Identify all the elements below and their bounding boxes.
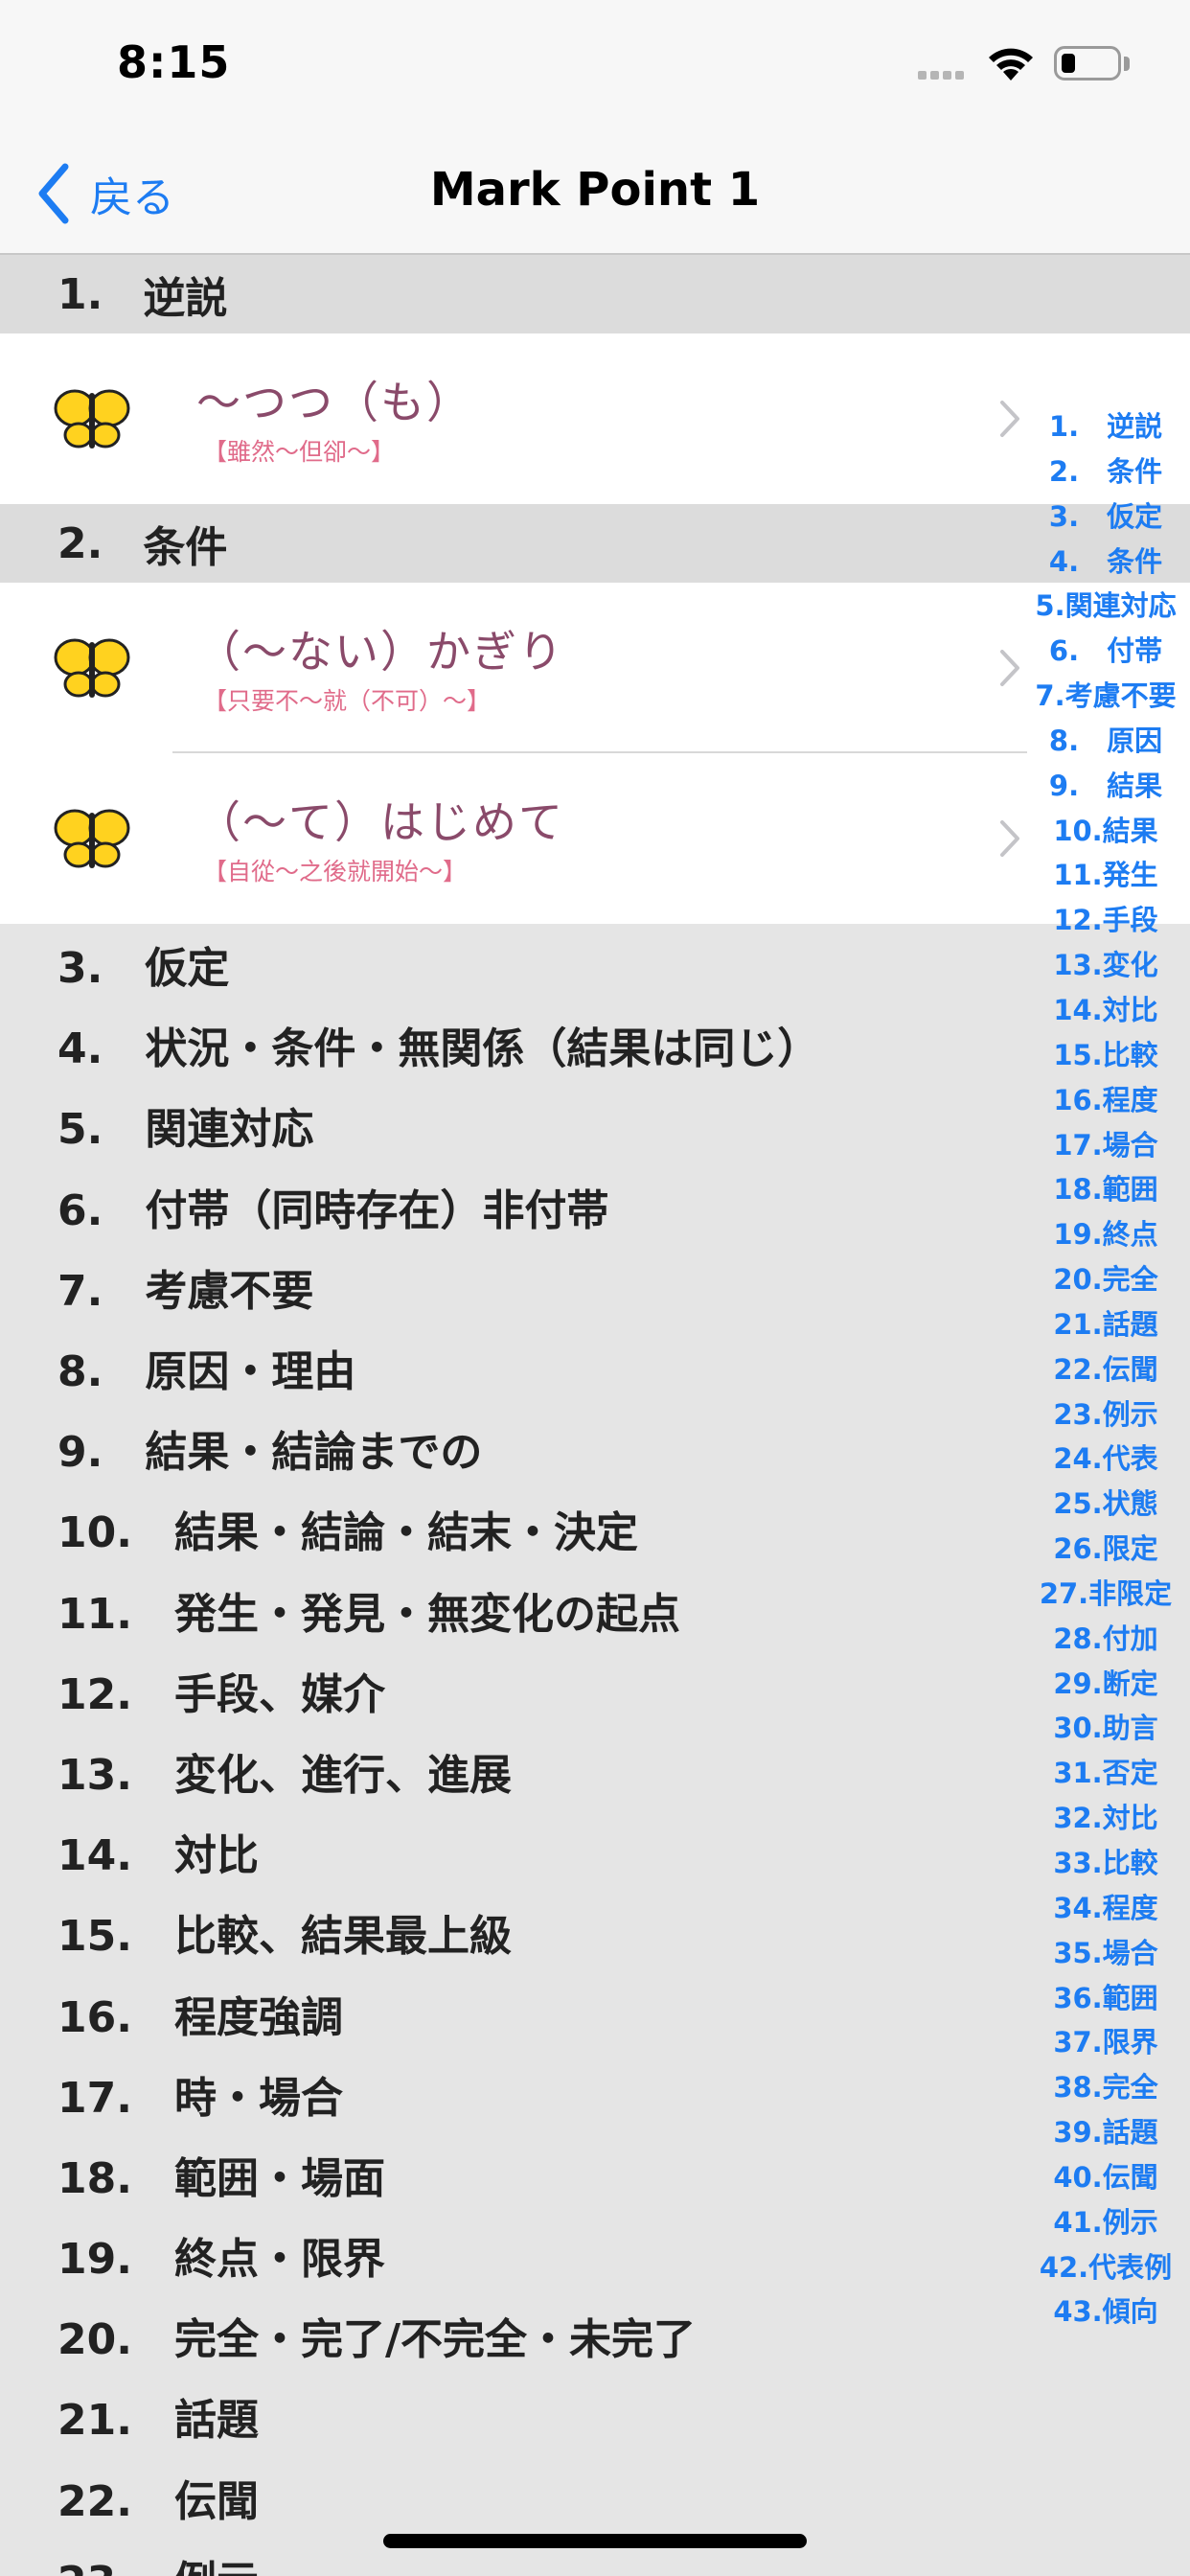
status-time: 8:15 (117, 36, 231, 88)
index-item[interactable]: 11.発生 (1029, 853, 1182, 898)
list-item[interactable]: （～ない）かぎり 【只要不～就（不可）～】 (0, 583, 1190, 753)
index-item[interactable]: 43.傾向 (1029, 2289, 1182, 2334)
index-item[interactable]: 38.完全 (1029, 2065, 1182, 2110)
index-item[interactable]: 22.伝聞 (1029, 1347, 1182, 1392)
section-title: 条件 (143, 523, 228, 572)
index-item[interactable]: 35.場合 (1029, 1931, 1182, 1976)
index-item[interactable]: 6. 付帯 (1029, 629, 1182, 674)
battery-icon (1054, 46, 1121, 80)
home-indicator (383, 2534, 807, 2548)
index-item[interactable]: 37.限界 (1029, 2020, 1182, 2065)
section-header: 15. 比較、結果最上級 (57, 1912, 512, 1962)
section-header: 21. 話題 (57, 2396, 259, 2446)
status-bar: 8:15 (0, 0, 1190, 134)
index-item[interactable]: 18.範囲 (1029, 1167, 1182, 1212)
row-title: （～ない）かぎり (196, 626, 564, 678)
chevron-right-icon (1000, 650, 1019, 686)
section-header: 7. 考慮不要 (57, 1266, 314, 1316)
section-header: 4. 状況・条件・無関係（結果は同じ） (57, 1024, 820, 1074)
row-subtitle: 【自從～之後就開始～】 (203, 858, 468, 886)
index-item[interactable]: 34.程度 (1029, 1886, 1182, 1931)
section-header: 16. 程度強調 (57, 1992, 343, 2042)
section-header: 2. 条件 (0, 504, 1190, 583)
index-item[interactable]: 21.話題 (1029, 1302, 1182, 1347)
index-item[interactable]: 24.代表 (1029, 1437, 1182, 1482)
row-subtitle: 【只要不～就（不可）～】 (203, 687, 492, 715)
index-item[interactable]: 36.範囲 (1029, 1976, 1182, 2021)
table-view[interactable]: 1. 逆説 ～つつ（も） 【雖然～但卻～】 2. 条件 （～ない）かぎり 【只要… (0, 255, 1190, 2576)
section-header-list: 3. 仮定 4. 状況・条件・無関係（結果は同じ） 5. 関連対応 6. 付帯（同時存… (0, 924, 1190, 2576)
page-title: Mark Point 1 (429, 163, 761, 217)
index-item[interactable]: 12.手段 (1029, 898, 1182, 943)
wifi-icon (989, 48, 1033, 80)
row-title: ～つつ（も） (196, 377, 472, 428)
section-header: 11. 発生・発見・無変化の起点 (57, 1589, 680, 1639)
section-header: 8. 原因・理由 (57, 1347, 356, 1397)
index-item[interactable]: 13.変化 (1029, 943, 1182, 988)
index-item[interactable]: 40.伝聞 (1029, 2155, 1182, 2200)
section-header: 10. 結果・結論・結末・決定 (57, 1508, 638, 1558)
index-item[interactable]: 33.比較 (1029, 1841, 1182, 1886)
chevron-right-icon (1000, 820, 1019, 857)
index-item[interactable]: 17.場合 (1029, 1123, 1182, 1168)
index-item[interactable]: 31.否定 (1029, 1751, 1182, 1796)
index-item[interactable]: 32.対比 (1029, 1796, 1182, 1841)
section-header: 13. 変化、進行、進展 (57, 1750, 512, 1800)
index-item[interactable]: 9. 結果 (1029, 764, 1182, 809)
index-item[interactable]: 30.助言 (1029, 1706, 1182, 1751)
index-item[interactable]: 3. 仮定 (1029, 494, 1182, 540)
section-header: 6. 付帯（同時存在）非付帯 (57, 1185, 609, 1235)
index-item[interactable]: 23.例示 (1029, 1392, 1182, 1438)
butterfly-icon (54, 389, 130, 448)
index-item[interactable]: 41.例示 (1029, 2200, 1182, 2245)
index-item[interactable]: 19.終点 (1029, 1212, 1182, 1257)
index-item[interactable]: 4. 条件 (1029, 540, 1182, 585)
index-item[interactable]: 14.対比 (1029, 988, 1182, 1033)
index-item[interactable]: 29.断定 (1029, 1662, 1182, 1707)
section-header: 22. 伝聞 (57, 2476, 259, 2526)
index-item[interactable]: 42.代表例 (1029, 2245, 1182, 2290)
index-item[interactable]: 26.限定 (1029, 1527, 1182, 1572)
index-item[interactable]: 28.付加 (1029, 1617, 1182, 1662)
index-item[interactable]: 27.非限定 (1029, 1572, 1182, 1617)
section-header: 9. 結果・結論までの (57, 1428, 483, 1478)
section-header: 5. 関連対応 (57, 1105, 314, 1155)
chevron-right-icon (1000, 401, 1019, 437)
index-item[interactable]: 5.関連対応 (1029, 584, 1182, 629)
row-title: （～て）はじめて (196, 796, 564, 848)
index-item[interactable]: 1. 逆説 (1029, 404, 1182, 449)
section-header: 18. 範囲・場面 (57, 2153, 385, 2203)
index-item[interactable]: 20.完全 (1029, 1257, 1182, 1302)
battery-tip (1124, 57, 1130, 71)
index-item[interactable]: 39.話題 (1029, 2110, 1182, 2155)
index-item[interactable]: 25.状態 (1029, 1482, 1182, 1527)
index-item[interactable]: 16.程度 (1029, 1078, 1182, 1123)
section-header: 17. 時・場合 (57, 2073, 343, 2123)
list-item[interactable]: ～つつ（も） 【雖然～但卻～】 (0, 334, 1190, 504)
index-item[interactable]: 2. 条件 (1029, 449, 1182, 494)
section-number: 1. (57, 269, 103, 319)
index-item[interactable]: 15.比較 (1029, 1033, 1182, 1078)
section-header: 1. 逆説 (0, 255, 1190, 334)
section-number: 2. (57, 518, 103, 568)
section-header: 19. 終点・限界 (57, 2235, 385, 2285)
butterfly-icon (54, 809, 130, 868)
list-item[interactable]: （～て）はじめて 【自從～之後就開始～】 (0, 753, 1190, 924)
navigation-bar: 戻る Mark Point 1 (0, 134, 1190, 255)
section-index-bar[interactable]: 1. 逆説 2. 条件 3. 仮定 4. 条件 5.関連対応 6. 付帯 7.考慮不要 8. … (1029, 404, 1182, 2334)
butterfly-icon (54, 638, 130, 698)
row-subtitle: 【雖然～但卻～】 (203, 438, 396, 466)
section-header: 12. 手段、媒介 (57, 1669, 385, 1719)
section-header: 14. 対比 (57, 1831, 259, 1881)
section-title: 逆説 (143, 274, 228, 323)
index-item[interactable]: 8. 原因 (1029, 719, 1182, 764)
cellular-signal-icon (918, 71, 975, 80)
section-header: 20. 完全・完了/不完全・未完了 (57, 2315, 697, 2365)
index-item[interactable]: 10.結果 (1029, 809, 1182, 854)
index-item[interactable]: 7.考慮不要 (1029, 674, 1182, 719)
section-header: 3. 仮定 (57, 944, 230, 994)
